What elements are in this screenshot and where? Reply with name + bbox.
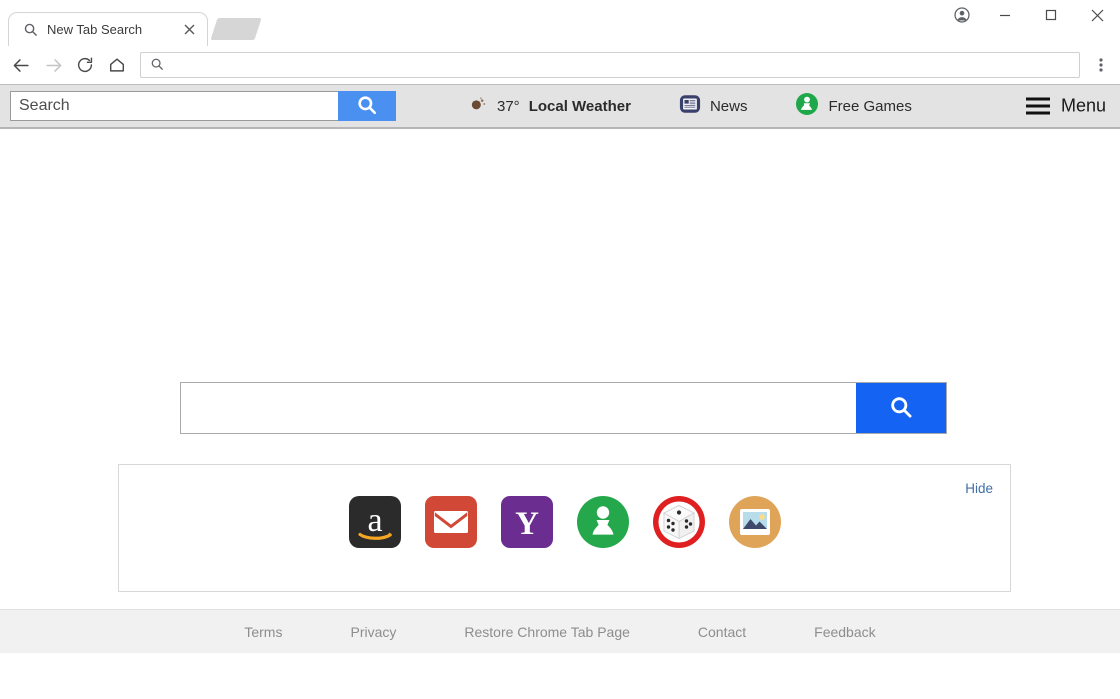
new-tab-icon[interactable] [210, 18, 262, 40]
shortcut-photos[interactable] [728, 496, 781, 548]
home-icon[interactable] [102, 50, 132, 80]
reload-icon[interactable] [70, 50, 100, 80]
footer-link-contact[interactable]: Contact [664, 624, 780, 640]
shortcut-dice-games[interactable] [652, 496, 705, 548]
toolbar-links: 37° Local Weather News Free Games [444, 92, 936, 120]
search-icon [356, 94, 378, 119]
hide-shortcuts-link[interactable]: Hide [965, 481, 993, 496]
forward-arrow-icon [38, 50, 68, 80]
shortcut-mail[interactable] [424, 496, 477, 548]
weather-icon [468, 94, 488, 118]
search-icon [23, 22, 38, 37]
toolbar-search-button[interactable] [338, 91, 396, 121]
search-icon [888, 394, 914, 423]
toolbar-link-free-games[interactable]: Free Games [771, 92, 935, 120]
toolbar-search-group [10, 91, 396, 121]
toolbar-search-input[interactable] [10, 91, 338, 121]
back-arrow-icon[interactable] [6, 50, 36, 80]
toolbar-menu-label: Menu [1060, 95, 1106, 116]
shortcut-panel: Hide a Y [118, 464, 1011, 592]
amazon-icon: a [348, 496, 401, 548]
toolbar-free-games-label: Free Games [828, 97, 912, 115]
browser-titlebar: New Tab Search [0, 0, 1120, 46]
toolbar-link-news[interactable]: News [655, 93, 772, 119]
photo-image-icon [728, 496, 781, 548]
toolbar-link-local-weather[interactable]: 37° Local Weather [444, 94, 655, 118]
browser-tab-new-tab-search[interactable]: New Tab Search [8, 12, 208, 46]
shortcut-free-games[interactable] [576, 496, 629, 548]
extension-toolbar: 37° Local Weather News [0, 84, 1120, 129]
svg-text:a: a [367, 502, 382, 539]
footer-link-terms[interactable]: Terms [210, 624, 316, 640]
toolbar-weather-temp: 37° [497, 97, 520, 115]
toolbar-news-label: News [709, 97, 748, 115]
svg-text:Y: Y [515, 506, 539, 542]
address-bar[interactable] [140, 52, 1080, 78]
profile-avatar-icon[interactable] [942, 0, 982, 30]
yahoo-icon: Y [500, 496, 553, 548]
dice-icon [652, 496, 705, 548]
new-tab-page-body: Hide a Y Terms Privacy Restore Chrome Ta… [0, 129, 1120, 653]
browser-chrome: New Tab Search [0, 0, 1120, 84]
main-search-button[interactable] [856, 383, 946, 433]
page-footer: Terms Privacy Restore Chrome Tab Page Co… [0, 609, 1120, 653]
minimize-icon[interactable] [982, 0, 1028, 30]
footer-link-feedback[interactable]: Feedback [780, 624, 909, 640]
gmail-envelope-icon [424, 496, 477, 548]
toolbar-menu-button[interactable]: Menu [1025, 95, 1106, 117]
shortcut-list: a Y [119, 496, 1010, 548]
hamburger-menu-icon [1025, 97, 1050, 115]
search-icon [150, 57, 164, 74]
tab-strip: New Tab Search [0, 0, 262, 46]
footer-link-restore-chrome-tab-page[interactable]: Restore Chrome Tab Page [430, 624, 664, 640]
free-games-pawn-icon [576, 496, 629, 548]
main-search-input[interactable] [181, 383, 856, 433]
window-controls [942, 0, 1120, 30]
footer-link-privacy[interactable]: Privacy [316, 624, 430, 640]
toolbar-weather-label: Local Weather [528, 97, 631, 115]
maximize-icon[interactable] [1028, 0, 1074, 30]
main-search-group [180, 382, 947, 434]
shortcut-amazon[interactable]: a [348, 496, 401, 548]
browser-tab-title: New Tab Search [47, 22, 143, 37]
close-icon[interactable] [1074, 0, 1120, 30]
close-icon[interactable] [181, 22, 197, 38]
browser-navigation-bar [0, 46, 1120, 84]
shortcut-yahoo[interactable]: Y [500, 496, 553, 548]
news-icon [679, 93, 701, 119]
free-games-pawn-icon [795, 92, 819, 120]
three-dot-menu-icon[interactable] [1088, 50, 1114, 80]
